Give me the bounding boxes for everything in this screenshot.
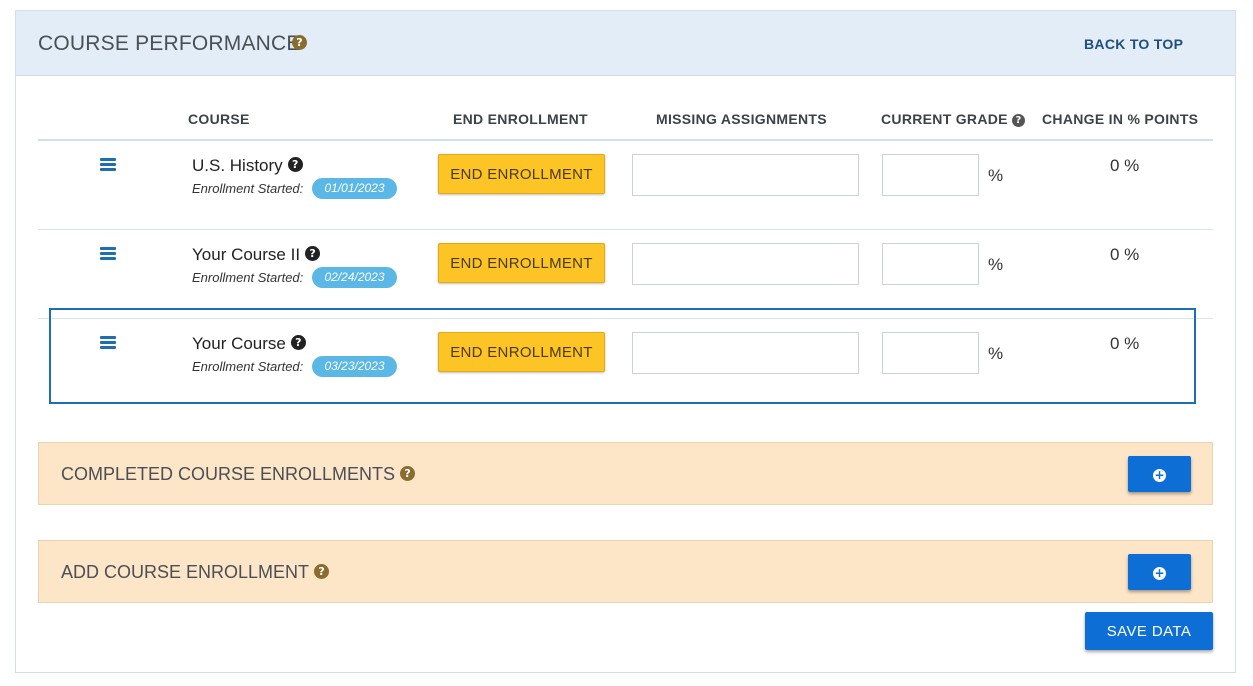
plus-circle-icon: +: [1153, 467, 1166, 482]
missing-assignments-input[interactable]: [632, 332, 859, 374]
expand-completed-button[interactable]: +: [1128, 456, 1191, 492]
end-enrollment-button[interactable]: END ENROLLMENT: [438, 243, 605, 283]
percent-sign: %: [988, 344, 1004, 363]
enrollment-started-label: Enrollment Started:: [192, 270, 304, 285]
column-header-current-grade: CURRENT GRADE ?: [881, 111, 1025, 127]
missing-assignments-input[interactable]: [632, 243, 859, 285]
question-circle-icon[interactable]: ?: [290, 335, 306, 351]
question-circle-icon[interactable]: ?: [400, 465, 416, 481]
add-enrollment-section: ADD COURSE ENROLLMENT? +: [38, 540, 1213, 603]
course-name-label: Your Course II: [192, 245, 301, 264]
start-date-badge: 01/01/2023: [312, 178, 397, 199]
missing-assignments-input[interactable]: [632, 154, 859, 196]
completed-enrollments-section: COMPLETED COURSE ENROLLMENTS? +: [38, 442, 1213, 505]
column-header-end-enrollment: END ENROLLMENT: [453, 111, 588, 127]
percent-sign: %: [988, 255, 1004, 274]
course-name-label: U.S. History: [192, 156, 283, 175]
section-title-label: ADD COURSE ENROLLMENT: [61, 562, 310, 582]
table-row: U.S. History? Enrollment Started: 01/01/…: [0, 140, 1253, 229]
column-header-change: CHANGE IN % POINTS: [1042, 111, 1199, 127]
course-name: Your Course II?: [192, 245, 321, 265]
panel-header: COURSE PERFORMANCE ? BACK TO TOP: [16, 11, 1235, 76]
current-grade-input[interactable]: [882, 154, 979, 196]
course-name: U.S. History?: [192, 156, 303, 176]
column-header-missing-assignments: MISSING ASSIGNMENTS: [656, 111, 827, 127]
change-in-points: 0 %: [1110, 245, 1140, 264]
table-row: Your Course II? Enrollment Started: 02/2…: [0, 229, 1253, 318]
expand-add-button[interactable]: +: [1128, 554, 1191, 590]
change-in-points: 0 %: [1110, 156, 1140, 175]
end-enrollment-button[interactable]: END ENROLLMENT: [438, 332, 605, 372]
save-data-button[interactable]: SAVE DATA: [1085, 612, 1213, 650]
end-enrollment-button[interactable]: END ENROLLMENT: [438, 154, 605, 194]
drag-handle-icon[interactable]: [100, 158, 116, 172]
change-in-points: 0 %: [1110, 334, 1140, 353]
table-row: Your Course? Enrollment Started: 03/23/2…: [0, 318, 1253, 407]
question-circle-icon[interactable]: ?: [1012, 113, 1025, 127]
plus-circle-icon: +: [1153, 565, 1166, 580]
question-circle-icon[interactable]: ?: [287, 157, 303, 173]
column-header-course: COURSE: [188, 111, 250, 127]
page-title: COURSE PERFORMANCE: [38, 32, 301, 55]
drag-handle-icon[interactable]: [100, 336, 116, 350]
column-header-current-grade-label: CURRENT GRADE: [881, 111, 1008, 127]
start-date-badge: 02/24/2023: [312, 267, 397, 288]
current-grade-input[interactable]: [882, 332, 979, 374]
section-title-label: COMPLETED COURSE ENROLLMENTS: [61, 464, 396, 484]
section-title: COMPLETED COURSE ENROLLMENTS?: [61, 464, 416, 485]
course-name: Your Course?: [192, 334, 306, 354]
percent-sign: %: [988, 166, 1004, 185]
enrollment-started-label: Enrollment Started:: [192, 359, 304, 374]
course-name-label: Your Course: [192, 334, 286, 353]
enrollment-started-label: Enrollment Started:: [192, 181, 304, 196]
drag-handle-icon[interactable]: [100, 247, 116, 261]
question-circle-icon[interactable]: ?: [305, 246, 321, 262]
section-title: ADD COURSE ENROLLMENT?: [61, 562, 330, 583]
current-grade-input[interactable]: [882, 243, 979, 285]
back-to-top-link[interactable]: BACK TO TOP: [1084, 36, 1183, 52]
question-circle-icon[interactable]: ?: [292, 35, 307, 50]
question-circle-icon[interactable]: ?: [314, 563, 330, 579]
start-date-badge: 03/23/2023: [312, 356, 397, 377]
